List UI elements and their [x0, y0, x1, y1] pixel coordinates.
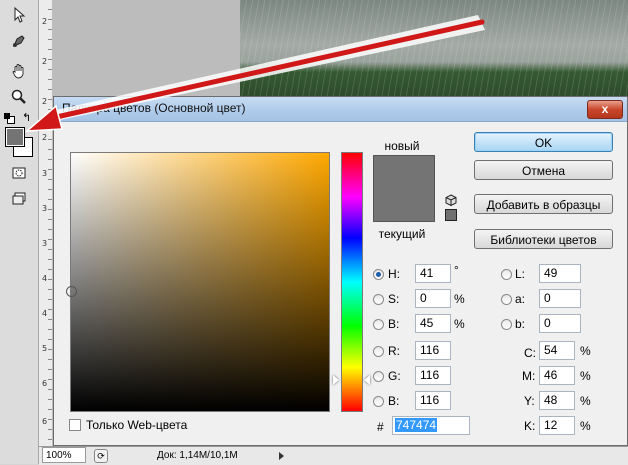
ruler-number: 4 — [42, 309, 48, 318]
new-color-label: новый — [384, 139, 420, 153]
hue-unit: ° — [454, 263, 459, 277]
dialog-titlebar[interactable]: Палитра цветов (Основной цвет) x — [54, 97, 627, 122]
black-input[interactable]: 12 — [539, 416, 575, 435]
add-to-swatches-button[interactable]: Добавить в образцы — [474, 194, 613, 214]
blue-radio[interactable] — [373, 396, 384, 407]
saturation-label: S: — [388, 292, 400, 306]
ok-button[interactable]: OK — [474, 132, 613, 152]
status-bar: 100% ⟳ Док: 1,14M/10,1M — [39, 446, 628, 465]
red-input[interactable]: 116 — [415, 341, 451, 360]
out-of-gamut-cube-icon[interactable] — [445, 194, 457, 206]
dialog-title: Палитра цветов (Основной цвет) — [62, 101, 246, 115]
ruler-number: 6 — [42, 417, 48, 426]
ruler-number: 2 — [42, 133, 48, 142]
magenta-unit: % — [580, 369, 591, 383]
default-colors-icon[interactable] — [4, 113, 15, 124]
healing-brush-icon[interactable] — [8, 30, 30, 52]
document-image — [240, 0, 628, 100]
screen-mode-icon[interactable] — [8, 188, 30, 210]
yellow-unit: % — [580, 394, 591, 408]
color-libraries-button[interactable]: Библиотеки цветов — [474, 229, 613, 249]
lightness-radio[interactable] — [501, 269, 512, 280]
a-channel-label: a: — [515, 292, 526, 306]
cyan-label: C: — [524, 346, 536, 360]
color-field-cursor[interactable] — [66, 286, 77, 297]
document-size: Док: 1,14M/10,1M — [157, 450, 238, 461]
blue-input[interactable]: 116 — [415, 391, 451, 410]
hue-radio[interactable] — [373, 269, 384, 280]
web-colors-only-checkbox[interactable] — [69, 419, 81, 431]
red-label: R: — [388, 344, 400, 358]
lightness-input[interactable]: 49 — [539, 264, 581, 283]
hue-label: H: — [388, 267, 400, 281]
hue-slider-right-handle-icon[interactable] — [364, 375, 370, 385]
saturation-radio[interactable] — [373, 294, 384, 305]
navigator-icon[interactable]: ⟳ — [94, 449, 108, 463]
current-color-label: текущий — [378, 227, 426, 241]
quick-mask-icon[interactable] — [8, 162, 30, 184]
cyan-unit: % — [580, 344, 591, 358]
hex-label: # — [377, 420, 384, 434]
status-menu-arrow-icon[interactable] — [279, 452, 284, 460]
green-input[interactable]: 116 — [415, 366, 451, 385]
brightness-input[interactable]: 45 — [415, 314, 451, 333]
ruler-number: 2 — [42, 57, 48, 66]
black-label: K: — [524, 419, 536, 433]
brightness-label: B: — [388, 317, 400, 331]
zoom-tool-icon[interactable] — [8, 86, 30, 108]
black-unit: % — [580, 419, 591, 433]
a-channel-input[interactable]: 0 — [539, 289, 581, 308]
ruler-number: 5 — [42, 344, 48, 353]
color-field[interactable] — [66, 152, 330, 412]
foreground-color-swatch[interactable] — [5, 127, 25, 147]
hue-slider[interactable] — [341, 152, 363, 412]
red-radio[interactable] — [373, 346, 384, 357]
ruler-number: 3 — [42, 169, 48, 178]
current-color-swatch[interactable] — [373, 187, 435, 222]
ruler-number: 2 — [42, 97, 48, 106]
blue-label: B: — [388, 394, 400, 408]
cancel-button[interactable]: Отмена — [474, 160, 613, 180]
b-channel-radio[interactable] — [501, 319, 512, 330]
lightness-label: L: — [515, 267, 526, 281]
brightness-unit: % — [454, 317, 465, 331]
hand-tool-icon[interactable] — [8, 60, 30, 82]
saturation-input[interactable]: 0 — [415, 289, 451, 308]
close-button[interactable]: x — [587, 100, 623, 119]
ruler-number: 4 — [42, 274, 48, 283]
ruler-number: 3 — [42, 204, 48, 213]
magenta-label: M: — [522, 369, 536, 383]
brightness-radio[interactable] — [373, 319, 384, 330]
b-channel-input[interactable]: 0 — [539, 314, 581, 333]
move-tool-icon[interactable] — [8, 4, 30, 26]
zoom-level-field[interactable]: 100% — [42, 447, 86, 463]
hex-value: 747474 — [395, 418, 438, 432]
new-color-swatch — [373, 155, 435, 188]
magenta-input[interactable]: 46 — [539, 366, 575, 385]
tools-panel: ↰ — [0, 0, 39, 464]
web-safe-swatch-icon[interactable] — [445, 209, 457, 221]
green-radio[interactable] — [373, 371, 384, 382]
color-picker-dialog: Палитра цветов (Основной цвет) x новый т… — [53, 96, 628, 446]
hue-slider-left-handle-icon[interactable] — [333, 375, 339, 385]
hue-input[interactable]: 41 — [415, 264, 451, 283]
yellow-label: Y: — [524, 394, 535, 408]
ruler-number: 6 — [42, 379, 48, 388]
cyan-input[interactable]: 54 — [539, 341, 575, 360]
hex-input[interactable]: 747474 — [392, 416, 470, 435]
ruler-number: 2 — [42, 17, 48, 26]
green-label: G: — [388, 369, 401, 383]
ruler-number: 3 — [42, 239, 48, 248]
web-colors-only-label[interactable]: Только Web-цвета — [86, 418, 187, 432]
b-channel-label: b: — [515, 317, 526, 331]
swap-colors-icon[interactable]: ↰ — [22, 111, 31, 124]
a-channel-radio[interactable] — [501, 294, 512, 305]
saturation-unit: % — [454, 292, 465, 306]
yellow-input[interactable]: 48 — [539, 391, 575, 410]
